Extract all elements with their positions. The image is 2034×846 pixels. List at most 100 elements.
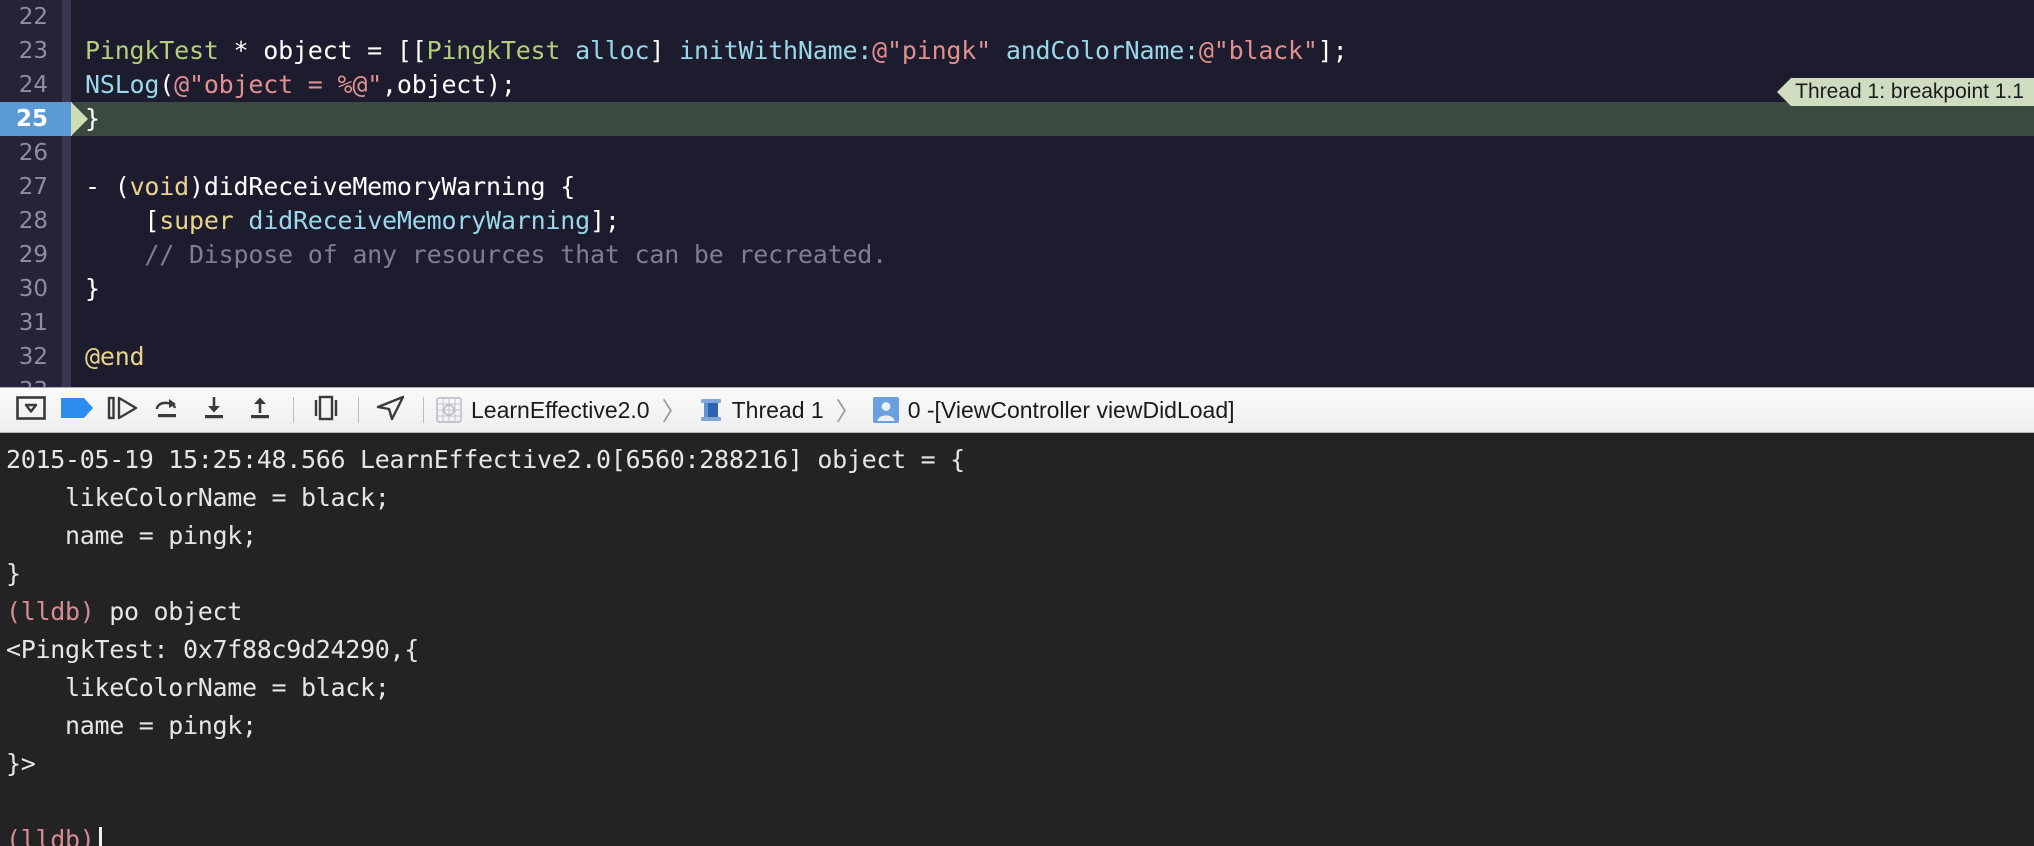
panel-toggle-icon — [16, 395, 46, 425]
line-number[interactable]: 33 — [0, 374, 62, 387]
code-line[interactable]: 31 — [0, 306, 2034, 340]
breadcrumb-thread[interactable]: Thread 1 — [696, 390, 827, 430]
thread-spool-icon — [699, 397, 723, 423]
console-line: likeColorName = black; — [6, 669, 2034, 707]
console-text-caret[interactable] — [98, 827, 102, 846]
step-into-button[interactable] — [192, 390, 238, 430]
annotation-tail-icon — [1777, 78, 1792, 106]
line-number[interactable]: 28 — [0, 204, 62, 238]
code-text[interactable]: // Dispose of any resources that can be … — [71, 238, 2034, 272]
console-text: name = pingk; — [6, 521, 257, 550]
debug-toolbar: LearnEffective2.0 〉 Thread 1 〉 0 -[ViewContr… — [0, 387, 2034, 433]
code-text[interactable] — [71, 0, 2034, 34]
simulate-location-button[interactable] — [368, 390, 414, 430]
line-number[interactable]: 22 — [0, 0, 62, 34]
lldb-prompt: (lldb) — [6, 825, 95, 846]
lldb-prompt: (lldb) — [6, 597, 95, 626]
gutter-rule — [62, 170, 71, 204]
code-text[interactable]: PingkTest * object = [[PingkTest alloc] … — [71, 34, 2034, 68]
code-text[interactable] — [71, 306, 2034, 340]
code-line[interactable]: 22 — [0, 0, 2034, 34]
code-token: @"black" — [1198, 36, 1318, 65]
code-token: )didReceiveMemoryWarning { — [188, 172, 576, 201]
code-token: ,object); — [382, 70, 516, 99]
line-number[interactable]: 27 — [0, 170, 62, 204]
code-token: @"object = %@" — [174, 70, 383, 99]
code-line[interactable]: 24 NSLog(@"object = %@",object); — [0, 68, 2034, 102]
code-text[interactable]: @end — [71, 340, 2034, 374]
code-line[interactable]: 30} — [0, 272, 2034, 306]
line-number[interactable]: 29 — [0, 238, 62, 272]
code-line[interactable]: 25} — [0, 102, 2034, 136]
code-line[interactable]: 27 - (void)didReceiveMemoryWarning { — [0, 170, 2034, 204]
code-token: void — [129, 172, 190, 201]
console-text: <PingkTest: 0x7f88c9d24290,{ — [6, 635, 420, 664]
process-grid-icon — [436, 397, 462, 423]
line-number[interactable]: 25 — [0, 102, 62, 136]
code-text[interactable]: NSLog(@"object = %@",object); — [71, 68, 2034, 102]
breadcrumb-process[interactable]: LearnEffective2.0 — [433, 390, 653, 430]
console-text: }> — [6, 749, 36, 778]
step-over-button[interactable] — [146, 390, 192, 430]
console-line: name = pingk; — [6, 707, 2034, 745]
code-line[interactable]: 26 — [0, 136, 2034, 170]
console-line: <PingkTest: 0x7f88c9d24290,{ — [6, 631, 2034, 669]
toolbar-separator — [293, 397, 294, 423]
console-line: } — [6, 555, 2034, 593]
source-code-editor[interactable]: 22 23 PingkTest * object = [[PingkTest all… — [0, 0, 2034, 387]
code-token: - ( — [85, 172, 130, 201]
gutter-rule — [62, 0, 71, 34]
gutter-rule — [62, 306, 71, 340]
view-hierarchy-icon — [310, 395, 342, 426]
code-text[interactable]: } — [71, 272, 2034, 306]
code-token: } — [85, 274, 100, 303]
code-text[interactable]: } — [71, 102, 2034, 136]
console-text: name = pingk; — [6, 711, 257, 740]
continue-icon — [107, 395, 139, 426]
step-over-icon — [153, 395, 185, 426]
debug-view-hierarchy-button[interactable] — [303, 390, 349, 430]
breadcrumb-frame[interactable]: 0 -[ViewController viewDidLoad] — [870, 390, 1238, 430]
code-text[interactable]: [super didReceiveMemoryWarning]; — [71, 204, 2034, 238]
step-out-icon — [245, 395, 277, 426]
code-token: super — [159, 206, 234, 235]
code-line[interactable]: 28 [super didReceiveMemoryWarning]; — [0, 204, 2034, 238]
breadcrumb-label: Thread 1 — [731, 396, 824, 423]
console-line: likeColorName = black; — [6, 479, 2034, 517]
line-number[interactable]: 23 — [0, 34, 62, 68]
breakpoint-annotation[interactable]: Thread 1: breakpoint 1.1 — [1777, 78, 2034, 106]
code-token: * object = [[ — [218, 36, 427, 65]
console-line: name = pingk; — [6, 517, 2034, 555]
breakpoint-flag-icon — [60, 397, 94, 424]
gutter-rule — [62, 102, 71, 136]
console-text: 2015-05-19 15:25:48.566 LearnEffective2.… — [6, 445, 965, 474]
toolbar-separator — [423, 397, 424, 423]
line-number[interactable]: 24 — [0, 68, 62, 102]
hide-debug-area-button[interactable] — [8, 390, 54, 430]
code-token: andColorName: — [1005, 36, 1199, 65]
debug-console-output[interactable]: 2015-05-19 15:25:48.566 LearnEffective2.… — [0, 433, 2034, 846]
line-number[interactable]: 32 — [0, 340, 62, 374]
continue-button[interactable] — [100, 390, 146, 430]
line-number[interactable]: 30 — [0, 272, 62, 306]
code-line[interactable]: 29 // Dispose of any resources that can … — [0, 238, 2034, 272]
code-text[interactable] — [71, 136, 2034, 170]
deactivate-breakpoints-button[interactable] — [54, 390, 100, 430]
xcode-debug-window: 22 23 PingkTest * object = [[PingkTest all… — [0, 0, 2034, 846]
code-token: PingkTest — [85, 36, 219, 65]
code-token: @end — [85, 342, 145, 371]
code-token: PingkTest — [426, 36, 561, 65]
code-token: // Dispose of any resources that can be … — [85, 240, 887, 269]
code-text[interactable] — [71, 374, 2034, 387]
console-line: (lldb) po object — [6, 593, 2034, 631]
line-number[interactable]: 26 — [0, 136, 62, 170]
step-out-button[interactable] — [238, 390, 284, 430]
line-number[interactable]: 31 — [0, 306, 62, 340]
code-token: ]; — [1317, 36, 1348, 65]
code-token: ]; — [589, 206, 620, 235]
code-text[interactable]: - (void)didReceiveMemoryWarning { — [71, 170, 2034, 204]
code-line[interactable]: 33 — [0, 374, 2034, 387]
code-line[interactable]: 32 @end — [0, 340, 2034, 374]
code-line[interactable]: 23 PingkTest * object = [[PingkTest alloc… — [0, 34, 2034, 68]
